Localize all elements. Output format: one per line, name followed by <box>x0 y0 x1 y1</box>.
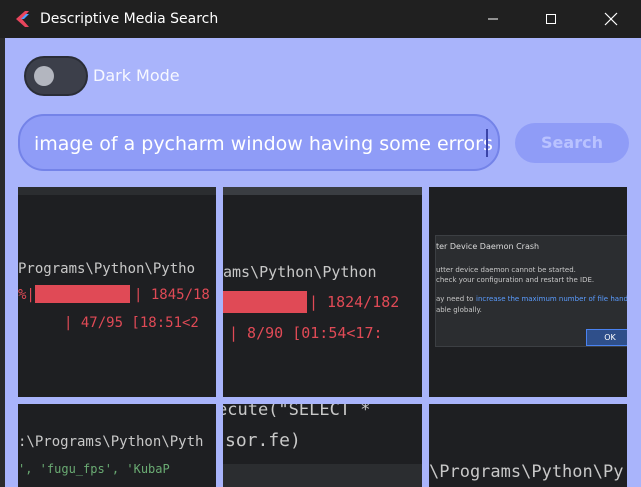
dialog-line: ay need to <box>436 295 474 303</box>
minimize-icon <box>488 18 498 20</box>
search-query: image of a pycharm window having some er… <box>34 133 493 155</box>
result-text: ams\Python\Python <box>223 263 377 281</box>
text-caret <box>486 129 488 157</box>
app-window: Descriptive Media Search Dark Mode image… <box>0 0 641 487</box>
close-icon <box>604 12 618 26</box>
result-text: | 8/90 [01:54<17: <box>229 324 383 342</box>
result-tile-1[interactable]: Programs\Python\Pytho %| | 1845/18 | 47/… <box>18 187 216 397</box>
result-tile-6[interactable]: \Programs\Python\Py <box>429 404 627 487</box>
result-text: %| <box>18 287 35 303</box>
maximize-button[interactable] <box>528 0 574 38</box>
dialog-line: able globally. <box>436 306 482 314</box>
dialog-line: check your configuration and restart the… <box>436 276 595 284</box>
progress-bar <box>223 291 307 313</box>
result-text: sor.fe) <box>225 430 301 451</box>
flutter-app-icon <box>16 11 29 27</box>
result-text: ', 'fugu_fps', 'KubaP <box>18 462 170 476</box>
dark-mode-toggle[interactable] <box>24 56 88 96</box>
result-text: | 1845/18 <box>134 287 210 303</box>
result-text: :\Programs\Python\Pyth <box>18 434 204 450</box>
search-button[interactable]: Search <box>515 123 629 163</box>
toggle-knob <box>34 66 54 86</box>
search-input[interactable]: image of a pycharm window having some er… <box>18 114 500 171</box>
result-tile-5[interactable]: ecute("SELECT * sor.fe) <box>223 404 422 487</box>
progress-bar <box>35 285 130 303</box>
dialog-line: utter device daemon cannot be started. <box>436 266 576 274</box>
dialog-title: ter Device Daemon Crash <box>436 242 540 251</box>
title-bar[interactable]: Descriptive Media Search <box>0 0 641 38</box>
close-button[interactable] <box>588 0 634 38</box>
result-tile-2[interactable]: ams\Python\Python | 1824/182 | 8/90 [01:… <box>223 187 422 397</box>
dark-mode-label: Dark Mode <box>93 66 180 85</box>
result-text: ecute("SELECT * <box>223 404 371 420</box>
result-tile-3[interactable]: ter Device Daemon Crash utter device dae… <box>429 187 627 397</box>
dialog-ok-button: OK <box>586 329 627 346</box>
result-text: Programs\Python\Pytho <box>18 261 196 277</box>
result-text: \Programs\Python\Py <box>429 462 624 482</box>
dialog-link: increase the maximum number of file hand… <box>476 295 627 303</box>
maximize-icon <box>546 14 556 24</box>
minimize-button[interactable] <box>470 0 516 38</box>
window-title: Descriptive Media Search <box>40 11 219 27</box>
error-dialog: ter Device Daemon Crash utter device dae… <box>435 235 627 347</box>
main-content: Dark Mode image of a pycharm window havi… <box>5 38 641 487</box>
result-text: | 1824/182 <box>309 293 400 311</box>
result-text: | 47/95 [18:51<2 <box>64 315 199 331</box>
result-tile-4[interactable]: :\Programs\Python\Pyth ', 'fugu_fps', 'K… <box>18 404 216 487</box>
